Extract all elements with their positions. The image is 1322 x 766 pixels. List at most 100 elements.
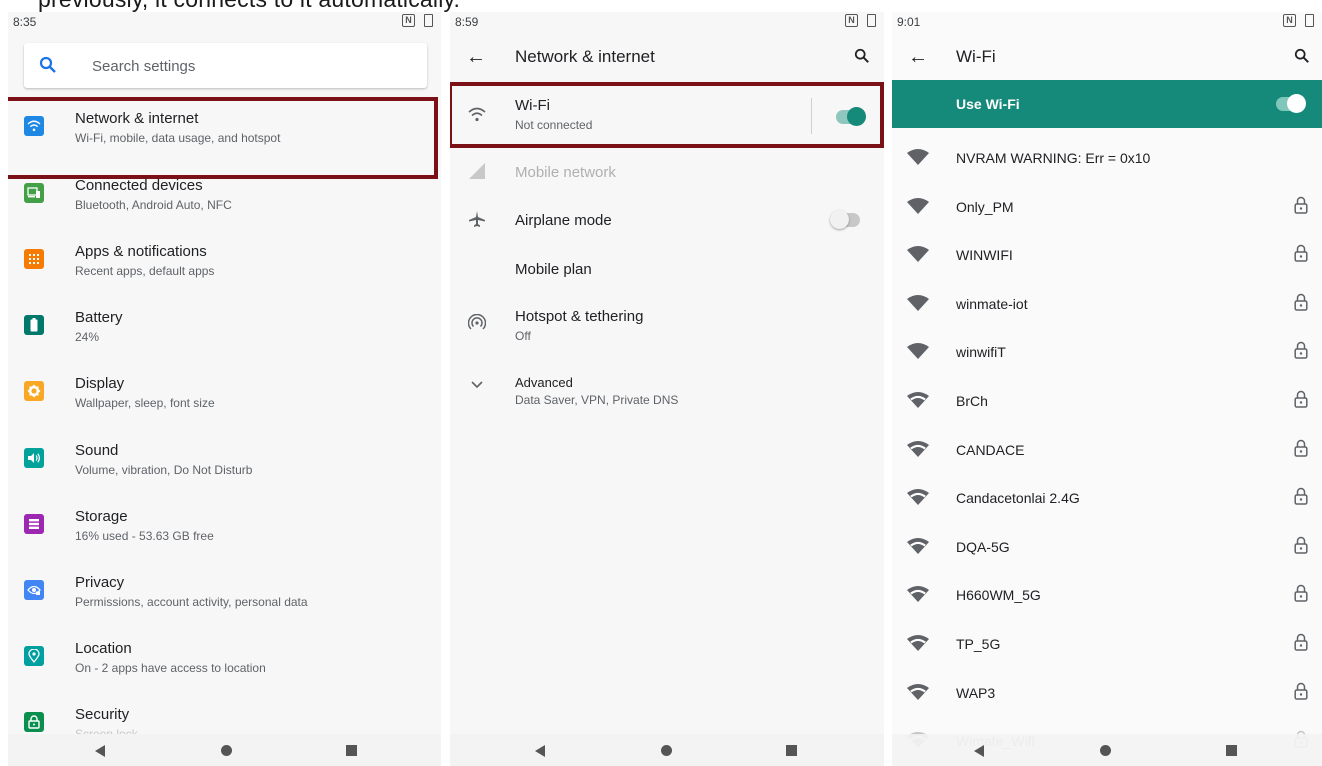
- settings-item-title: Storage: [75, 508, 128, 525]
- nav-bar: [8, 734, 441, 766]
- lock-icon: [24, 712, 44, 732]
- wifi-signal-icon: [906, 245, 930, 268]
- nav-home-button[interactable]: [221, 745, 232, 756]
- settings-item-apps-notifications[interactable]: Apps & notifications Recent apps, default…: [8, 231, 441, 297]
- status-time: 8:59: [455, 15, 479, 29]
- page-title: Wi-Fi: [956, 47, 996, 66]
- wifi-network-row[interactable]: winwifiT: [892, 328, 1322, 376]
- back-arrow-icon[interactable]: ←: [466, 46, 486, 69]
- search-placeholder: Search settings: [92, 58, 196, 75]
- advanced-row[interactable]: Advanced Data Saver, VPN, Private DNS: [450, 360, 884, 412]
- use-wifi-toggle[interactable]: [1276, 94, 1306, 113]
- wifi-network-row[interactable]: WAP3: [892, 669, 1322, 717]
- nfc-icon: N: [845, 14, 858, 27]
- wifi-network-name: Candacetonlai 2.4G: [956, 490, 1080, 507]
- signal-icon: [466, 160, 488, 182]
- lock-icon: [1294, 682, 1308, 705]
- settings-item-sound[interactable]: Sound Volume, vibration, Do Not Disturb: [8, 430, 441, 496]
- devices-icon: [24, 183, 44, 203]
- settings-item-display[interactable]: Display Wallpaper, sleep, font size: [8, 363, 441, 429]
- search-settings-bar[interactable]: Search settings: [24, 43, 427, 88]
- lock-icon: [1294, 244, 1308, 267]
- hotspot-icon: [466, 312, 488, 334]
- settings-item-privacy[interactable]: Privacy Permissions, account activity, pe…: [8, 562, 441, 628]
- search-icon[interactable]: [1294, 48, 1310, 69]
- settings-item-title: Privacy: [75, 574, 125, 591]
- nav-bar: [892, 734, 1322, 766]
- wifi-network-name: BrCh: [956, 393, 988, 409]
- wifi-signal-icon: [906, 294, 930, 317]
- wifi-network-name: H660WM_5G: [956, 587, 1041, 604]
- settings-item-battery[interactable]: Battery 24%: [8, 297, 441, 363]
- mobile-plan-row[interactable]: Mobile plan: [450, 244, 884, 292]
- wifi-network-row[interactable]: WINWIFI: [892, 231, 1322, 279]
- status-time: 8:35: [13, 15, 37, 29]
- wifi-network-row[interactable]: TP_5G: [892, 620, 1322, 668]
- wifi-network-name: NVRAM WARNING: Err = 0x10: [956, 150, 1151, 166]
- status-bar: 9:01 N: [892, 12, 1322, 32]
- app-bar: ← Network & internet: [450, 32, 884, 82]
- wifi-network-name: winmate-iot: [956, 295, 1028, 312]
- nav-back-button[interactable]: [95, 745, 105, 757]
- battery-status-icon: [424, 14, 433, 27]
- advanced-subtitle: Data Saver, VPN, Private DNS: [515, 393, 679, 407]
- status-bar: 8:59 N: [450, 12, 884, 32]
- mobile-network-label: Mobile network: [515, 164, 616, 181]
- wifi-signal-icon: [906, 634, 930, 657]
- back-arrow-icon[interactable]: ←: [908, 46, 928, 69]
- wifi-network-row[interactable]: Only_PM: [892, 183, 1322, 231]
- settings-item-title: Security: [75, 706, 130, 723]
- wifi-signal-icon: [906, 440, 930, 463]
- hotspot-row[interactable]: Hotspot & tethering Off: [450, 294, 884, 346]
- settings-item-subtitle: Wallpaper, sleep, font size: [75, 396, 215, 410]
- wifi-screen: 9:01 N ← Wi-Fi Use Wi-Fi NVRAM WARNING: …: [892, 12, 1322, 766]
- nav-back-button[interactable]: [535, 745, 545, 757]
- wifi-signal-icon: [906, 391, 930, 414]
- wifi-network-row[interactable]: BrCh: [892, 377, 1322, 425]
- use-wifi-label: Use Wi-Fi: [956, 96, 1020, 112]
- nav-recents-button[interactable]: [786, 745, 797, 756]
- lock-icon: [1294, 293, 1308, 316]
- settings-screen: 8:35 N Search settings Network & interne…: [8, 12, 441, 766]
- settings-item-subtitle: 16% used - 53.63 GB free: [75, 529, 214, 543]
- lock-icon: [1294, 439, 1308, 462]
- wifi-network-row[interactable]: Candacetonlai 2.4G: [892, 474, 1322, 522]
- settings-item-location[interactable]: Location On - 2 apps have access to locat…: [8, 628, 441, 694]
- search-icon[interactable]: [854, 48, 870, 69]
- highlight-wifi: [450, 82, 884, 148]
- lock-icon: [1294, 390, 1308, 413]
- wifi-network-row[interactable]: DQA-5G: [892, 523, 1322, 571]
- wifi-network-row[interactable]: NVRAM WARNING: Err = 0x10: [892, 134, 1322, 182]
- settings-item-title: Battery: [75, 309, 123, 326]
- wifi-network-name: WAP3: [956, 684, 996, 701]
- nav-home-button[interactable]: [1100, 745, 1111, 756]
- settings-item-subtitle: Bluetooth, Android Auto, NFC: [75, 198, 232, 212]
- hotspot-title: Hotspot & tethering: [515, 308, 644, 325]
- airplane-mode-row[interactable]: Airplane mode: [450, 196, 884, 244]
- location-icon: [24, 646, 44, 666]
- lock-icon: [1294, 196, 1308, 219]
- nav-back-button[interactable]: [974, 745, 984, 757]
- status-bar: 8:35 N: [8, 12, 441, 32]
- settings-item-title: Sound: [75, 442, 119, 459]
- settings-item-subtitle: 24%: [75, 330, 100, 344]
- highlight-network-internet: [8, 97, 438, 179]
- storage-icon: [24, 514, 44, 534]
- wifi-network-name: CANDACE: [956, 441, 1025, 458]
- airplane-toggle[interactable]: [830, 210, 860, 229]
- nav-home-button[interactable]: [661, 745, 672, 756]
- network-internet-screen: 8:59 N ← Network & internet Wi-Fi Not co…: [450, 12, 884, 766]
- wifi-network-row[interactable]: CANDACE: [892, 426, 1322, 474]
- battery-icon: [24, 315, 44, 335]
- wifi-signal-icon: [906, 537, 930, 560]
- airplane-icon: [466, 208, 488, 230]
- nav-recents-button[interactable]: [1226, 745, 1237, 756]
- nav-bar: [450, 734, 884, 766]
- nfc-icon: N: [402, 14, 415, 27]
- mobile-plan-label: Mobile plan: [515, 261, 592, 278]
- use-wifi-bar[interactable]: Use Wi-Fi: [892, 80, 1322, 128]
- settings-item-storage[interactable]: Storage 16% used - 53.63 GB free: [8, 496, 441, 562]
- nav-recents-button[interactable]: [346, 745, 357, 756]
- wifi-network-row[interactable]: H660WM_5G: [892, 571, 1322, 619]
- wifi-network-row[interactable]: winmate-iot: [892, 280, 1322, 328]
